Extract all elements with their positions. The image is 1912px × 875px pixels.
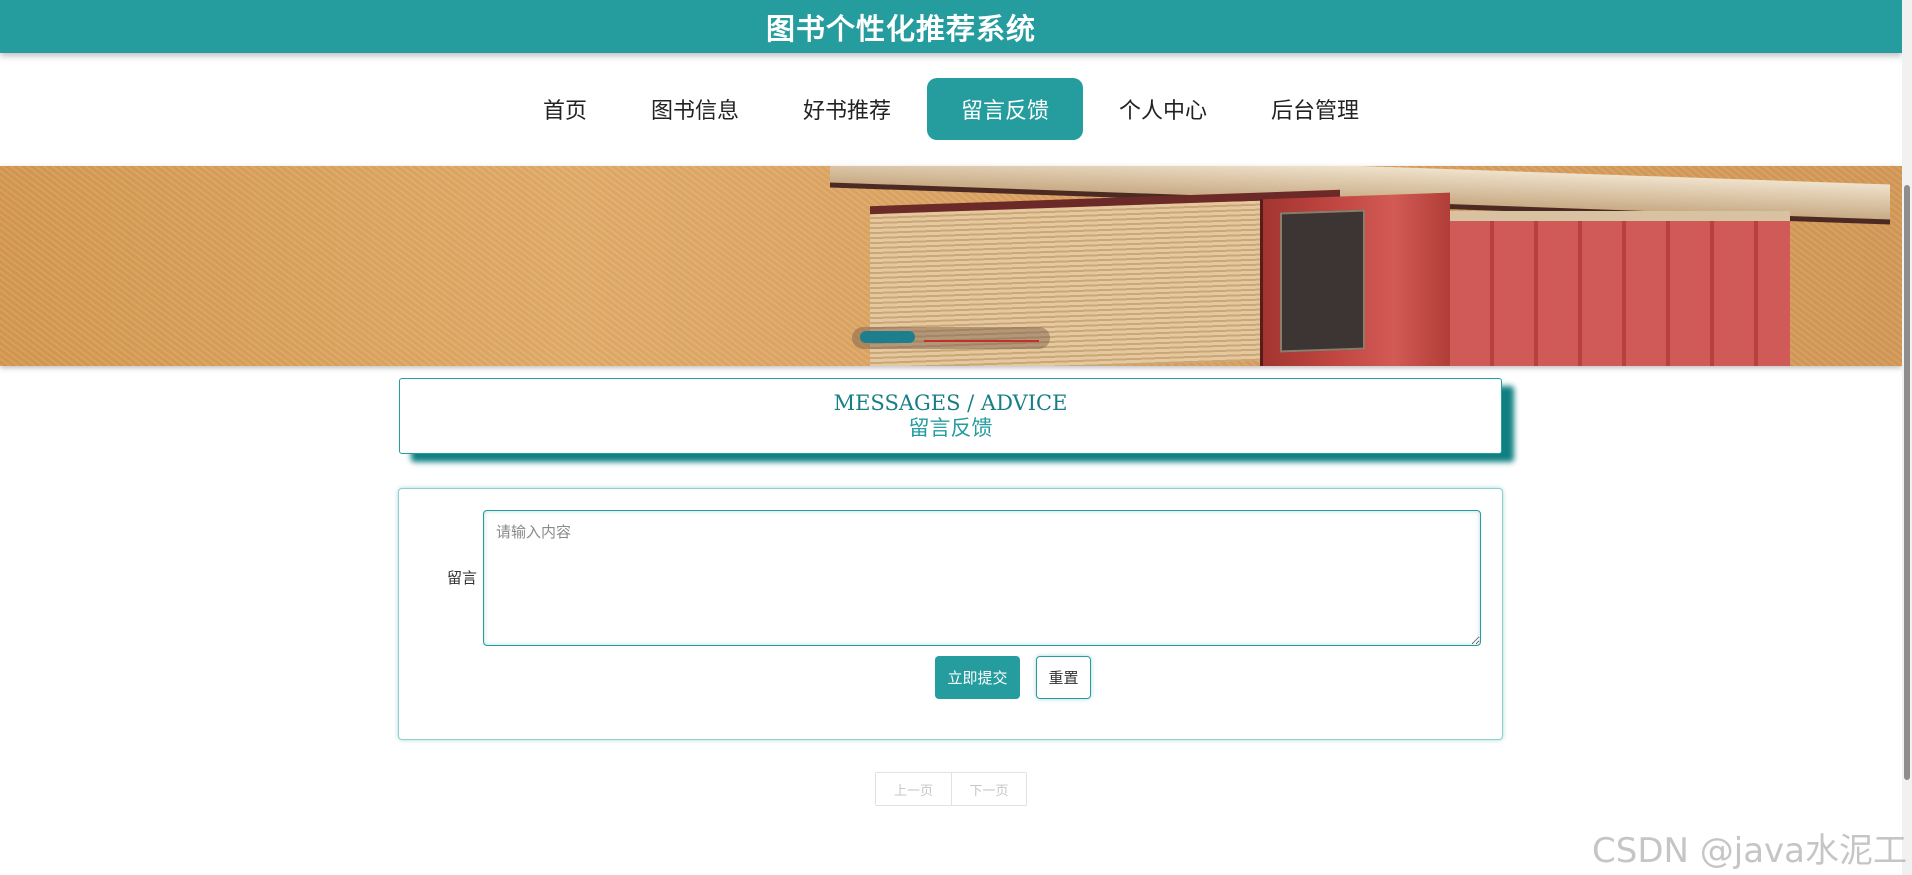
nav-item-profile[interactable]: 个人中心 <box>1091 78 1235 140</box>
site-title: 图书个性化推荐系统 <box>765 11 1036 46</box>
main-nav: 首页 图书信息 好书推荐 留言反馈 个人中心 后台管理 <box>0 78 1902 140</box>
pagination: 上一页 下一页 <box>875 772 1027 806</box>
section-title-en: MESSAGES / ADVICE <box>833 391 1068 415</box>
book-red-cover <box>1450 211 1790 366</box>
section-title-cn: 留言反馈 <box>908 416 993 440</box>
submit-button[interactable]: 立即提交 <box>935 656 1020 699</box>
carousel-indicator-rest[interactable] <box>924 340 1039 342</box>
watermark-text: CSDN @java水泥工 <box>1592 831 1907 871</box>
nav-item-home[interactable]: 首页 <box>515 78 615 140</box>
prev-page-button[interactable]: 上一页 <box>876 773 951 805</box>
reset-button[interactable]: 重置 <box>1036 656 1091 699</box>
banner-carousel <box>0 166 1902 366</box>
nav-item-book-info[interactable]: 图书信息 <box>623 78 767 140</box>
message-label: 留言 <box>446 569 477 587</box>
book-spine-label <box>1280 209 1365 353</box>
nav-item-admin[interactable]: 后台管理 <box>1243 78 1387 140</box>
nav-item-recommend[interactable]: 好书推荐 <box>775 78 919 140</box>
scrollbar-thumb[interactable] <box>1904 185 1910 780</box>
nav-item-feedback[interactable]: 留言反馈 <box>927 78 1084 140</box>
feedback-form: 留言 立即提交 重置 <box>398 488 1503 740</box>
carousel-indicator[interactable] <box>852 327 1050 349</box>
next-page-button[interactable]: 下一页 <box>951 773 1026 805</box>
message-input[interactable] <box>483 510 1481 646</box>
top-header-bar: 图书个性化推荐系统 <box>0 0 1902 53</box>
carousel-indicator-active[interactable] <box>860 331 915 343</box>
section-header: MESSAGES / ADVICE 留言反馈 <box>399 378 1502 454</box>
